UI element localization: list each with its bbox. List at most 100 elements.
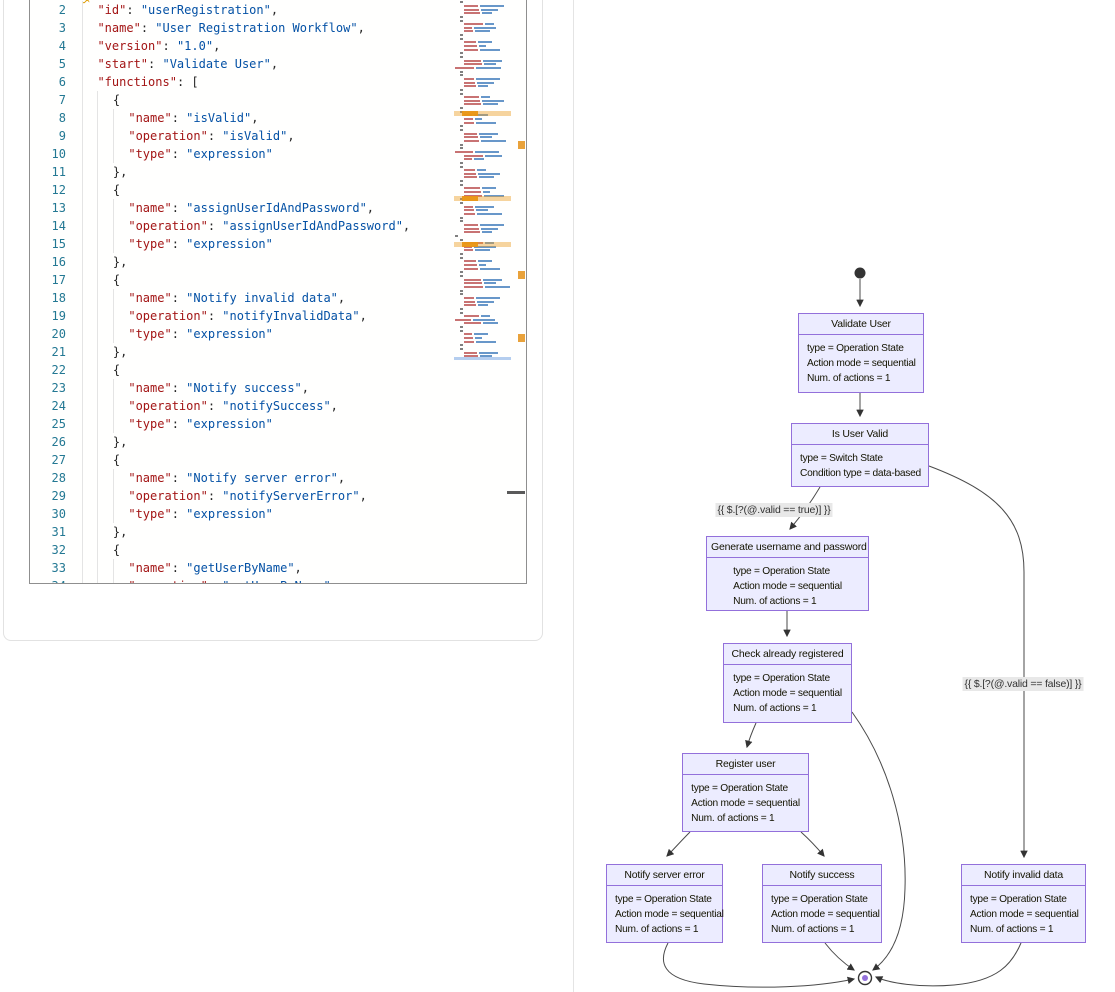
code-line[interactable]: 7 { — [30, 91, 526, 109]
code-line[interactable]: 19 "operation": "notifyInvalidData", — [30, 307, 526, 325]
line-number: 9 — [30, 127, 66, 145]
state-body-line: Num. of actions = 1 — [733, 701, 842, 716]
code-line[interactable]: 26 }, — [30, 433, 526, 451]
state-body-line: Num. of actions = 1 — [615, 922, 724, 937]
edge-notify-success-to-end — [825, 943, 854, 970]
state-body-line: Action mode = sequential — [771, 907, 880, 922]
code-line[interactable]: 22 { — [30, 361, 526, 379]
code-line[interactable]: 30 "type": "expression" — [30, 505, 526, 523]
code-line-content: "start": "Validate User", — [82, 55, 278, 73]
code-line[interactable]: 17 { — [30, 271, 526, 289]
state-body: type = Operation StateAction mode = sequ… — [724, 665, 851, 722]
state-body-line: type = Operation State — [615, 892, 724, 907]
state-body: type = Operation StateAction mode = sequ… — [607, 886, 722, 943]
state-node-notify-server-error[interactable]: Notify server errortype = Operation Stat… — [606, 864, 723, 943]
line-number: 10 — [30, 145, 66, 163]
code-line-content: "operation": "notifySuccess", — [82, 397, 338, 415]
state-body: type = Operation StateAction mode = sequ… — [707, 558, 868, 615]
line-number: 4 — [30, 37, 66, 55]
code-line[interactable]: 24 "operation": "notifySuccess", — [30, 397, 526, 415]
code-line[interactable]: 34 "operation": "getUserByName", — [30, 577, 526, 584]
code-line[interactable]: 28 "name": "Notify server error", — [30, 469, 526, 487]
code-line[interactable]: 15 "type": "expression" — [30, 235, 526, 253]
state-node-generate-username-and-password[interactable]: Generate username and passwordtype = Ope… — [706, 536, 869, 611]
code-editor-card: 1{2 "id": "userRegistration",3 "name": "… — [3, 0, 543, 641]
state-node-is-user-valid[interactable]: Is User Validtype = Switch StateConditio… — [791, 423, 929, 487]
code-line[interactable]: 10 "type": "expression" — [30, 145, 526, 163]
state-node-check-already-registered[interactable]: Check already registeredtype = Operation… — [723, 643, 852, 723]
code-line[interactable]: 32 { — [30, 541, 526, 559]
state-node-register-user[interactable]: Register user type = Operation StateActio… — [682, 753, 809, 832]
state-body: type = Operation StateAction mode = sequ… — [799, 335, 923, 392]
line-number: 24 — [30, 397, 66, 415]
code-lines[interactable]: 1{2 "id": "userRegistration",3 "name": "… — [30, 0, 526, 584]
code-line[interactable]: 3 "name": "User Registration Workflow", — [30, 19, 526, 37]
line-number: 5 — [30, 55, 66, 73]
state-body-line: Action mode = sequential — [691, 796, 800, 811]
code-line[interactable]: 27 { — [30, 451, 526, 469]
code-line[interactable]: 14 "operation": "assignUserIdAndPassword… — [30, 217, 526, 235]
state-body: type = Operation StateAction mode = sequ… — [763, 886, 881, 943]
line-number: 33 — [30, 559, 66, 577]
line-number: 12 — [30, 181, 66, 199]
code-line-content: "operation": "getUserByName", — [82, 577, 338, 584]
code-line-content: }, — [82, 343, 127, 361]
json-code-editor[interactable]: 1{2 "id": "userRegistration",3 "name": "… — [29, 0, 527, 584]
code-line-content: "version": "1.0", — [82, 37, 220, 55]
find-match-highlight — [454, 196, 511, 201]
code-line-content: "name": "User Registration Workflow", — [82, 19, 365, 37]
state-body-line: type = Switch State — [800, 451, 921, 466]
state-title: Is User Valid — [792, 424, 928, 445]
edge-register-to-notify-success — [801, 832, 824, 856]
minimap[interactable] — [454, 0, 511, 368]
code-line[interactable]: 12 { — [30, 181, 526, 199]
state-body-line: Action mode = sequential — [807, 356, 916, 371]
code-line[interactable]: 6 "functions": [ — [30, 73, 526, 91]
workflow-diagram-panel: Validate Usertype = Operation StateActio… — [573, 0, 1115, 992]
find-match-highlight — [454, 242, 511, 247]
line-number: 20 — [30, 325, 66, 343]
line-number: 27 — [30, 451, 66, 469]
state-title: Validate User — [799, 314, 923, 335]
state-body-line: type = Operation State — [691, 781, 800, 796]
state-node-notify-invalid-data[interactable]: Notify invalid datatype = Operation Stat… — [961, 864, 1086, 943]
code-line[interactable]: 29 "operation": "notifyServerError", — [30, 487, 526, 505]
state-body-line: Num. of actions = 1 — [970, 922, 1079, 937]
code-line[interactable]: 4 "version": "1.0", — [30, 37, 526, 55]
code-line-content: "name": "isValid", — [82, 109, 258, 127]
code-line[interactable]: 21 }, — [30, 343, 526, 361]
code-line-content: "type": "expression" — [82, 145, 273, 163]
start-node[interactable] — [855, 268, 866, 279]
code-line[interactable]: 33 "name": "getUserByName", — [30, 559, 526, 577]
code-line[interactable]: 23 "name": "Notify success", — [30, 379, 526, 397]
code-line[interactable]: 16 }, — [30, 253, 526, 271]
state-title: Register user — [683, 754, 808, 775]
ruler-warning-marker — [518, 141, 525, 149]
edge-notify-server-error-to-end — [663, 943, 854, 987]
state-body-line: type = Operation State — [733, 671, 842, 686]
state-node-notify-success[interactable]: Notify successtype = Operation StateActi… — [762, 864, 882, 943]
code-line[interactable]: 5 "start": "Validate User", — [30, 55, 526, 73]
state-title: Generate username and password — [707, 537, 868, 558]
code-line[interactable]: 2 "id": "userRegistration", — [30, 1, 526, 19]
scrollbar-marker[interactable] — [507, 491, 525, 494]
code-line[interactable]: 8 "name": "isValid", — [30, 109, 526, 127]
code-line[interactable]: 18 "name": "Notify invalid data", — [30, 289, 526, 307]
state-body: type = Switch StateCondition type = data… — [792, 445, 928, 487]
code-line-content: "id": "userRegistration", — [82, 1, 278, 19]
code-line[interactable]: 13 "name": "assignUserIdAndPassword", — [30, 199, 526, 217]
line-number: 16 — [30, 253, 66, 271]
code-line[interactable]: 9 "operation": "isValid", — [30, 127, 526, 145]
state-node-validate-user[interactable]: Validate Usertype = Operation StateActio… — [798, 313, 924, 393]
code-line-content: { — [82, 271, 120, 289]
line-number: 6 — [30, 73, 66, 91]
code-line-content: "operation": "notifyServerError", — [82, 487, 367, 505]
line-number: 23 — [30, 379, 66, 397]
code-line-content: "name": "Notify invalid data", — [82, 289, 345, 307]
code-line[interactable]: 25 "type": "expression" — [30, 415, 526, 433]
false-condition-label: {{ $.[?(@.valid == false)] }} — [963, 677, 1084, 691]
code-line[interactable]: 31 }, — [30, 523, 526, 541]
code-line[interactable]: 11 }, — [30, 163, 526, 181]
code-line[interactable]: 20 "type": "expression" — [30, 325, 526, 343]
state-title: Notify invalid data — [962, 865, 1085, 886]
